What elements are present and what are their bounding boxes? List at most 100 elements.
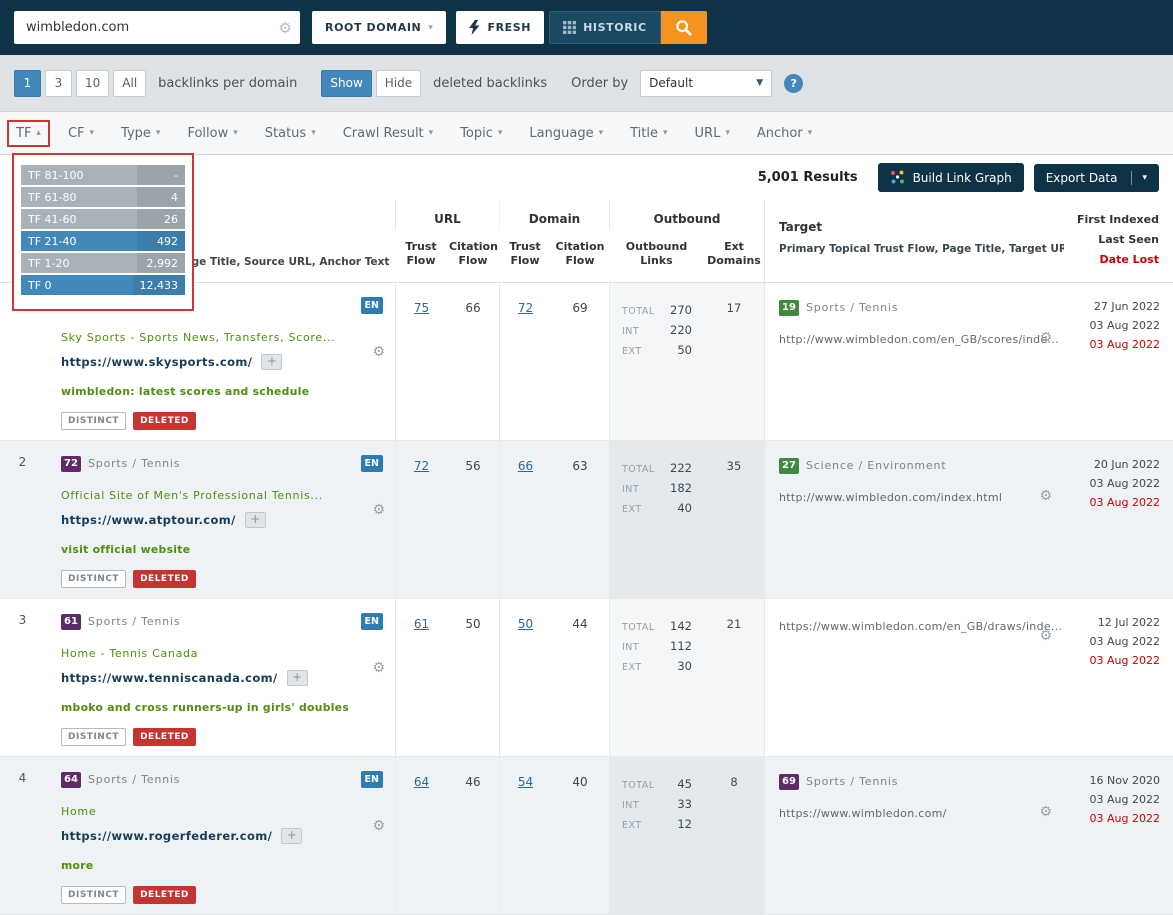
domain-citation-flow-header: Citation Flow	[551, 230, 609, 282]
per-domain-option-10[interactable]: 10	[76, 70, 109, 97]
source-url-link[interactable]: https://www.skysports.com/	[61, 355, 252, 369]
gear-icon[interactable]: ⚙	[1039, 331, 1052, 345]
source-page-title-link[interactable]: Home - Tennis Canada	[61, 647, 198, 660]
export-data-button[interactable]: Export Data ▾	[1034, 164, 1159, 192]
tf-option-2[interactable]: TF 41-6026	[21, 209, 185, 229]
tf-option-3[interactable]: TF 21-40492	[21, 231, 185, 251]
anchor-text-link[interactable]: visit official website	[61, 543, 190, 556]
target-url: http://www.wimbledon.com/en_GB/scores/in…	[779, 333, 1059, 346]
source-page-title-link[interactable]: Home	[61, 805, 96, 818]
language-badge: EN	[361, 297, 383, 314]
filter-crawl-result[interactable]: Crawl Result▾	[343, 126, 433, 141]
target-url: https://www.wimbledon.com/	[779, 807, 947, 820]
root-domain-dropdown-button[interactable]: ROOT DOMAIN ▾	[312, 11, 446, 44]
expand-plus-button[interactable]: +	[245, 512, 266, 528]
per-domain-option-1[interactable]: 1	[14, 70, 41, 97]
build-link-graph-button[interactable]: Build Link Graph	[878, 163, 1024, 192]
outbound-total-value: 45	[677, 775, 692, 795]
per-domain-option-all[interactable]: All	[113, 70, 146, 97]
gear-icon[interactable]: ⚙	[1039, 629, 1052, 643]
expand-plus-button[interactable]: +	[261, 354, 282, 370]
tf-option-label: TF 61-80	[21, 187, 137, 207]
per-domain-option-3[interactable]: 3	[45, 70, 72, 97]
filter-follow[interactable]: Follow▾	[187, 126, 237, 141]
show-deleted-button[interactable]: Show	[321, 70, 371, 97]
gear-icon[interactable]: ⚙	[372, 503, 385, 517]
filter-url[interactable]: URL▾	[695, 126, 730, 141]
source-url-link[interactable]: https://www.rogerfederer.com/	[61, 829, 272, 843]
url-trust-flow-value[interactable]: 61	[414, 617, 429, 631]
source-page-title-link[interactable]: Official Site of Men's Professional Tenn…	[61, 489, 323, 502]
order-by-select[interactable]: Default ▼	[640, 70, 772, 97]
tf-option-5[interactable]: TF 012,433	[21, 275, 185, 295]
filter-topic[interactable]: Topic ▾	[460, 126, 502, 141]
table-row: 4 EN ⚙ 64 Sports / Tennis Home https://w…	[0, 757, 1173, 915]
tf-option-label: TF 21-40	[21, 231, 137, 251]
deleted-badge: DELETED	[133, 570, 196, 588]
filter-follow-label: Follow	[187, 126, 228, 141]
source-page-title-link[interactable]: Sky Sports - Sports News, Transfers, Sco…	[61, 331, 335, 344]
chevron-down-icon: ▾	[663, 128, 668, 138]
domain-search-input[interactable]	[24, 19, 279, 36]
filter-title-label: Title	[630, 126, 658, 141]
filter-title[interactable]: Title ▾	[630, 126, 667, 141]
domain-citation-flow-value: 40	[551, 757, 609, 914]
outbound-links-cell: TOTAL222 INT182 EXT40	[609, 441, 704, 598]
tf-option-0[interactable]: TF 81-100-	[21, 165, 185, 185]
chevron-down-icon: ▾	[498, 128, 503, 138]
outbound-int-value: 220	[670, 321, 692, 341]
anchor-text-link[interactable]: mboko and cross runners-up in girls' dou…	[61, 701, 349, 714]
filter-cf[interactable]: CF▾	[68, 126, 94, 141]
expand-plus-button[interactable]: +	[281, 828, 302, 844]
dates-cell: 12 Jul 2022 03 Aug 2022 03 Aug 2022	[1064, 599, 1173, 756]
historic-index-button[interactable]: HISTORIC	[549, 11, 661, 44]
filter-type[interactable]: Type▾	[121, 126, 160, 141]
date-lost-header: Date Lost	[1064, 250, 1159, 270]
domain-trust-flow-value[interactable]: 54	[518, 775, 533, 789]
gear-icon[interactable]: ⚙	[1039, 805, 1052, 819]
source-url-link[interactable]: https://www.tenniscanada.com/	[61, 671, 278, 685]
gear-icon[interactable]: ⚙	[1039, 489, 1052, 503]
url-trust-flow-value[interactable]: 64	[414, 775, 429, 789]
chevron-down-icon: ▼	[756, 78, 763, 88]
row-number: 3	[0, 599, 45, 756]
gear-icon[interactable]: ⚙	[372, 661, 385, 675]
filter-language[interactable]: Language▾	[529, 126, 603, 141]
filter-bar: TF ▴ CF▾ Type▾ Follow▾ Status▾ Crawl Res…	[0, 111, 1173, 155]
expand-plus-button[interactable]: +	[287, 670, 308, 686]
tf-option-count: -	[137, 165, 185, 185]
search-submit-button[interactable]	[661, 11, 707, 44]
source-url-link[interactable]: https://www.atptour.com/	[61, 513, 236, 527]
url-trust-flow-value[interactable]: 75	[414, 301, 429, 315]
url-trust-flow-value[interactable]: 72	[414, 459, 429, 473]
anchor-text-link[interactable]: more	[61, 859, 94, 872]
int-label: INT	[622, 795, 639, 815]
target-cell: ⚙ https://www.wimbledon.com/en_GB/draws/…	[764, 599, 1064, 756]
domain-trust-flow-value[interactable]: 72	[518, 301, 533, 315]
export-data-label: Export Data	[1046, 171, 1118, 185]
outbound-total-value: 222	[670, 459, 692, 479]
ext-domains-value: 21	[704, 599, 764, 756]
grid-icon	[563, 21, 576, 34]
dates-column-header: First Indexed Last Seen Date Lost	[1064, 200, 1173, 282]
hide-deleted-button[interactable]: Hide	[376, 70, 421, 97]
tf-option-4[interactable]: TF 1-202,992	[21, 253, 185, 273]
filter-tf[interactable]: TF ▴	[7, 120, 50, 147]
help-icon[interactable]: ?	[784, 74, 803, 93]
ext-label: EXT	[622, 657, 642, 677]
filter-topic-label: Topic	[460, 126, 493, 141]
domain-trust-flow-value[interactable]: 50	[518, 617, 533, 631]
gear-icon[interactable]: ⚙	[372, 819, 385, 833]
filter-anchor[interactable]: Anchor▾	[757, 126, 812, 141]
anchor-text-link[interactable]: wimbledon: latest scores and schedule	[61, 385, 309, 398]
int-label: INT	[622, 479, 639, 499]
fresh-index-button[interactable]: FRESH	[456, 11, 544, 44]
target-cell: ⚙ 69 Sports / Tennis https://www.wimbled…	[764, 757, 1064, 914]
filter-status[interactable]: Status▾	[265, 126, 316, 141]
outbound-group-header: Outbound	[609, 200, 764, 230]
gear-icon[interactable]: ⚙	[372, 345, 385, 359]
tf-option-1[interactable]: TF 61-804	[21, 187, 185, 207]
target-cell: ⚙ 27 Science / Environment http://www.wi…	[764, 441, 1064, 598]
domain-trust-flow-value[interactable]: 66	[518, 459, 533, 473]
search-settings-gear-icon[interactable]: ⚙	[279, 19, 292, 37]
